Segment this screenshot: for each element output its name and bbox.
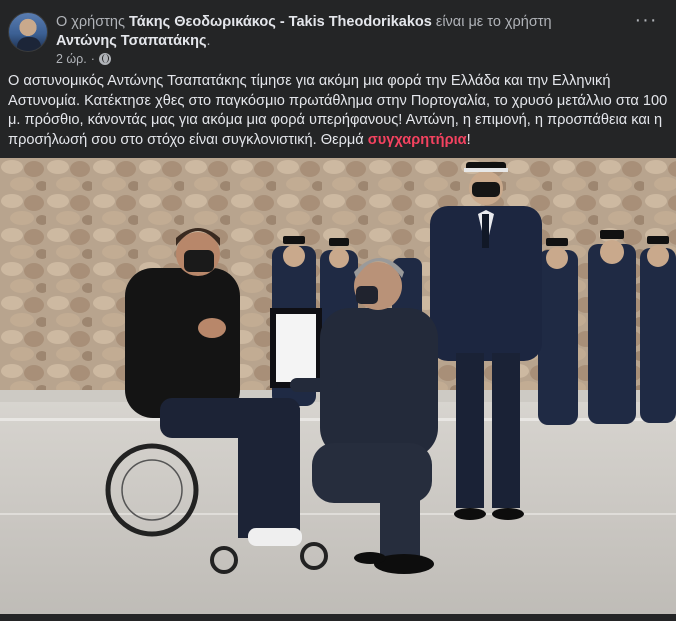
- post-meta: 2 ώρ. ·: [56, 52, 111, 66]
- period-text: .: [206, 33, 211, 49]
- meta-separator: ·: [90, 52, 95, 66]
- author-avatar[interactable]: [8, 12, 48, 52]
- post-title-line: Ο χρήστης Τάκης Θεοδωρικάκος - Takis The…: [56, 13, 616, 51]
- prefix-text: Ο χρήστης: [56, 14, 125, 30]
- ceremony-photo: [0, 158, 676, 614]
- author-name-link[interactable]: Τάκης Θεοδωρικάκος - Takis Theodorikakos: [129, 14, 432, 30]
- post-header: Ο χρήστης Τάκης Θεοδωρικάκος - Takis The…: [8, 10, 668, 66]
- hashtag-highlight[interactable]: συγχαρητήρια: [368, 132, 467, 148]
- tagged-user-link[interactable]: Αντώνης Τσαπατάκης: [56, 33, 207, 49]
- post-photo[interactable]: [0, 158, 676, 614]
- globe-icon[interactable]: [98, 53, 111, 65]
- post-card: Ο χρήστης Τάκης Θεοδωρικάκος - Takis The…: [0, 0, 676, 621]
- more-options-icon[interactable]: ···: [632, 10, 660, 34]
- with-text: είναι με το χρήστη: [435, 14, 552, 30]
- post-text-end: !: [466, 131, 471, 148]
- post-time-link[interactable]: 2 ώρ.: [56, 52, 87, 66]
- post-body-text: Ο αστυνομικός Αντώνης Τσαπατάκης τίμησε …: [8, 72, 668, 150]
- post-text-main: Ο αστυνομικός Αντώνης Τσαπατάκης τίμησε …: [8, 73, 668, 148]
